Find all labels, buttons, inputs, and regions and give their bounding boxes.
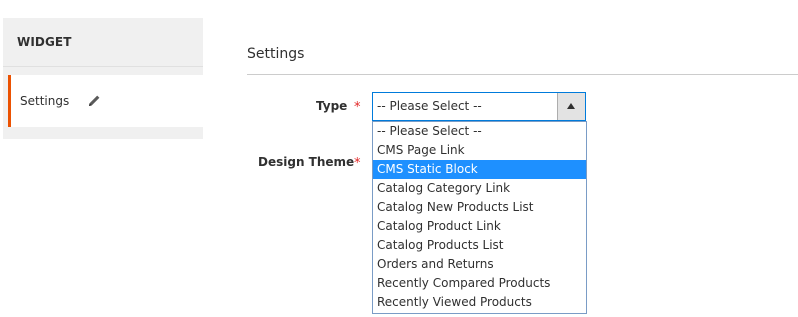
select-toggle-button[interactable] [557,93,585,120]
dropdown-option-label: Recently Compared Products [377,276,551,290]
dropdown-option-label: -- Please Select -- [377,124,482,138]
sidebar-item-settings[interactable]: Settings [8,75,203,127]
dropdown-option-label: Recently Viewed Products [377,295,532,309]
type-select[interactable]: -- Please Select -- [372,92,586,121]
dropdown-option[interactable]: Catalog Product Link [373,217,586,236]
pencil-icon [89,95,100,106]
section-divider [247,74,798,75]
sidebar: WIDGET Settings [3,18,203,139]
dropdown-option[interactable]: -- Please Select -- [373,122,586,141]
dropdown-option[interactable]: Catalog Products List [373,236,586,255]
dropdown-option-label: CMS Static Block [377,162,478,176]
dropdown-option-label: Orders and Returns [377,257,494,271]
type-required-mark: * [354,100,361,115]
sidebar-item-label: Settings [20,94,70,108]
dropdown-option[interactable]: Recently Compared Products [373,274,586,293]
section-title: Settings [247,46,305,62]
type-label: Type [316,99,348,113]
type-select-value: -- Please Select -- [377,99,482,113]
dropdown-option[interactable]: Catalog Category Link [373,179,586,198]
dropdown-option-label: CMS Page Link [377,143,465,157]
arrow-up-icon [567,103,575,109]
dropdown-option[interactable]: Orders and Returns [373,255,586,274]
type-dropdown-list: -- Please Select -- CMS Page Link CMS Stat… [372,121,587,314]
dropdown-option-label: Catalog Product Link [377,219,501,233]
dropdown-option[interactable]: Recently Viewed Products [373,293,586,312]
page: WIDGET Settings Settings Type * -- Pleas… [0,0,798,317]
design-theme-label: Design Theme [258,155,355,169]
dropdown-option-label: Catalog Category Link [377,181,511,195]
sidebar-title: WIDGET [17,35,72,49]
dropdown-option[interactable]: CMS Static Block [373,160,586,179]
sidebar-header: WIDGET [3,18,203,67]
design-theme-required-mark: * [354,156,361,171]
dropdown-option[interactable]: CMS Page Link [373,141,586,160]
dropdown-option[interactable]: Catalog New Products List [373,198,586,217]
dropdown-option-label: Catalog Products List [377,238,504,252]
dropdown-option-label: Catalog New Products List [377,200,534,214]
